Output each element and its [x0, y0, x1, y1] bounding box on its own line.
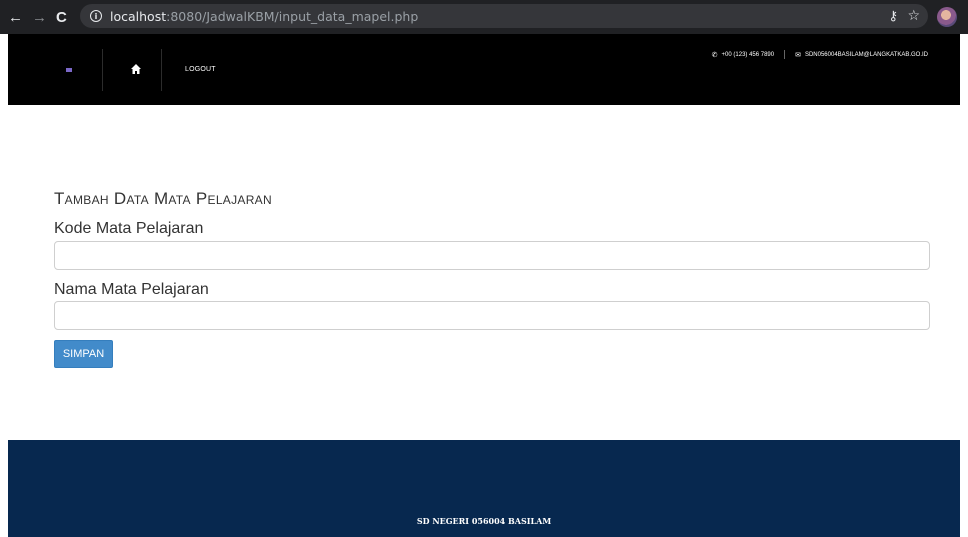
nama-mapel-input[interactable]	[54, 301, 930, 330]
address-bar[interactable]: i localhost:8080/JadwalKBM/input_data_ma…	[80, 4, 928, 28]
footer-school-name: SD NEGERI 056004 BASILAM	[416, 516, 552, 526]
bookmark-star-icon[interactable]: ☆	[907, 8, 920, 24]
reload-icon[interactable]: C	[56, 0, 67, 34]
profile-avatar[interactable]	[937, 7, 957, 27]
contact-info: ✆ +00 (123) 456 7890 ✉ SDN056004BASILAM@…	[712, 50, 928, 59]
contact-divider	[784, 50, 786, 59]
site-footer: SD NEGERI 056004 BASILAM	[8, 440, 960, 537]
envelope-icon: ✉	[795, 51, 801, 59]
forward-arrow-icon[interactable]: →	[32, 0, 47, 34]
key-icon[interactable]: ⚷	[888, 9, 898, 24]
browser-toolbar: ← → C i localhost:8080/JadwalKBM/input_d…	[0, 0, 968, 34]
header-divider	[161, 49, 162, 91]
phone-icon: ✆	[711, 51, 718, 59]
phone-number: +00 (123) 456 7890	[721, 51, 775, 58]
nama-mapel-label: Nama Mata Pelajaran	[54, 281, 209, 298]
url-host: localhost	[110, 8, 167, 24]
home-icon[interactable]	[130, 63, 142, 75]
menu-icon[interactable]	[66, 68, 72, 72]
logout-link[interactable]: LOGOUT	[185, 66, 216, 73]
site-header: LOGOUT ✆ +00 (123) 456 7890 ✉ SDN056004B…	[8, 34, 960, 105]
header-divider	[102, 49, 103, 91]
email-address[interactable]: SDN056004BASILAM@LANGKATKAB.GO.ID	[805, 52, 928, 58]
url-path: :8080/JadwalKBM/input_data_mapel.php	[166, 8, 419, 24]
site-info-icon[interactable]: i	[90, 10, 102, 22]
kode-mapel-input[interactable]	[54, 241, 930, 270]
simpan-button[interactable]: SIMPAN	[54, 340, 113, 368]
back-arrow-icon[interactable]: ←	[8, 0, 23, 34]
kode-mapel-label: Kode Mata Pelajaran	[54, 220, 204, 237]
page-title: Tambah Data Mata Pelajaran	[54, 189, 272, 208]
